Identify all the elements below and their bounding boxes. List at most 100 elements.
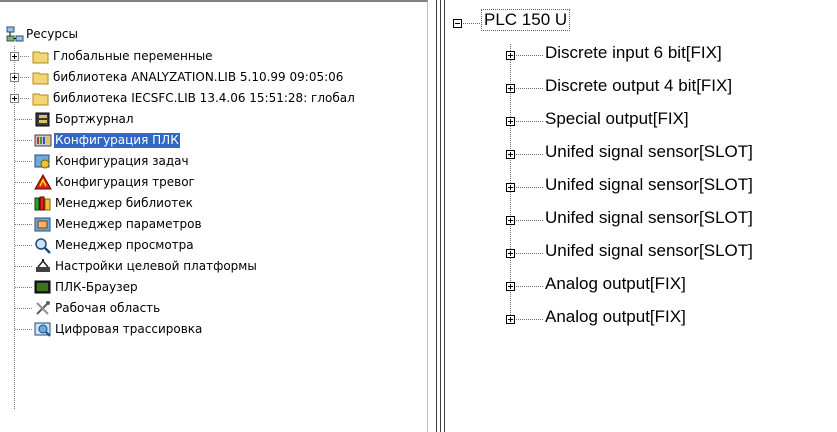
tree-branch-line [15, 203, 32, 204]
expand-icon[interactable] [506, 282, 515, 291]
tree-branch-line [20, 56, 30, 57]
tree-item-label: Менеджер параметров [55, 217, 202, 231]
tree-branch-line [15, 287, 32, 288]
tree-item-workspace[interactable]: Рабочая область [0, 298, 427, 318]
resources-tree: Ресурсы Глобальные переменные библиотека… [0, 2, 427, 432]
plc-module-row[interactable]: Discrete output 4 bit[FIX] [447, 71, 837, 101]
plc-module-label: Discrete output 4 bit[FIX] [545, 76, 733, 95]
plc-module-row[interactable]: Unifed signal sensor[SLOT] [447, 137, 837, 167]
expand-icon[interactable] [10, 73, 19, 82]
expand-icon[interactable] [506, 84, 515, 93]
workspace-tools-icon [34, 300, 52, 317]
magnifier-icon [34, 237, 52, 254]
tree-branch-line [15, 182, 32, 183]
tree-item-label: Бортжурнал [55, 112, 134, 126]
expand-icon[interactable] [506, 315, 515, 324]
tree-item-label: библиотека ANALYZATION.LIB 5.10.99 09:05… [53, 70, 344, 84]
target-settings-icon [34, 258, 52, 275]
tree-item-view-manager[interactable]: Менеджер просмотра [0, 235, 427, 255]
tree-item-parameter-manager[interactable]: Менеджер параметров [0, 214, 427, 234]
tree-branch-line [20, 77, 30, 78]
alarm-config-icon [34, 174, 52, 191]
expand-icon[interactable] [506, 51, 515, 60]
plc-module-row[interactable]: Unifed signal sensor[SLOT] [447, 236, 837, 266]
tree-branch-line [15, 329, 32, 330]
library-manager-icon [34, 195, 52, 212]
expand-icon[interactable] [506, 249, 515, 258]
expand-icon[interactable] [10, 94, 19, 103]
tree-item-label: ПЛК-Браузер [55, 280, 138, 294]
tree-item-label: Конфигурация задач [55, 154, 189, 168]
tree-branch-line [15, 140, 32, 141]
plc-module-label: Unifed signal sensor[SLOT] [545, 175, 753, 194]
tree-item-alarm-config[interactable]: Конфигурация тревог [0, 172, 427, 192]
tree-branch-line [15, 224, 32, 225]
expand-icon[interactable] [506, 117, 515, 126]
plc-root-row[interactable]: PLC 150 U [447, 6, 827, 36]
plc-module-row[interactable]: Special output[FIX] [447, 104, 837, 134]
tree-item-label: Менеджер просмотра [55, 238, 194, 252]
tree-branch-line [516, 121, 544, 122]
plc-module-label: Analog output[FIX] [545, 274, 686, 293]
tree-branch-line [516, 187, 544, 188]
tree-item-label: Цифровая трассировка [55, 322, 203, 336]
tree-item-log[interactable]: Бортжурнал [0, 109, 427, 129]
tree-branch-line [20, 98, 30, 99]
log-book-icon [34, 111, 52, 128]
expand-icon[interactable] [506, 183, 515, 192]
tree-item-digital-trace[interactable]: Цифровая трассировка [0, 319, 427, 339]
tree-branch-line [15, 245, 32, 246]
folder-icon [32, 90, 50, 107]
plc-root-label: PLC 150 U [481, 9, 571, 31]
tree-item-label: Менеджер библиотек [55, 196, 193, 210]
resources-icon [6, 26, 24, 43]
plc-module-label: Unifed signal sensor[SLOT] [545, 241, 753, 260]
tree-item-library-manager[interactable]: Менеджер библиотек [0, 193, 427, 213]
tree-item-task-config[interactable]: Конфигурация задач [0, 151, 427, 171]
tree-item-library-analyzation[interactable]: библиотека ANALYZATION.LIB 5.10.99 09:05… [0, 67, 427, 87]
tree-branch-line [516, 55, 544, 56]
tree-item-label: Конфигурация ПЛК [54, 133, 180, 148]
tree-item-label: Глобальные переменные [53, 49, 213, 63]
plc-module-label: Unifed signal sensor[SLOT] [545, 142, 753, 161]
tree-item-plc-browser[interactable]: ПЛК-Браузер [0, 277, 427, 297]
tree-branch-line [15, 308, 32, 309]
tree-branch-line [15, 119, 32, 120]
tree-root-label: Ресурсы [26, 27, 79, 41]
tree-branch-line [516, 154, 544, 155]
tree-item-label: Настройки целевой платформы [55, 259, 257, 273]
tree-item-label: Конфигурация тревог [55, 175, 195, 189]
tree-branch-line [516, 286, 544, 287]
expand-icon[interactable] [506, 150, 515, 159]
plc-module-row[interactable]: Unifed signal sensor[SLOT] [447, 203, 837, 233]
tree-item-target-settings[interactable]: Настройки целевой платформы [0, 256, 427, 276]
plc-module-row[interactable]: Unifed signal sensor[SLOT] [447, 170, 837, 200]
plc-module-row[interactable]: Discrete input 6 bit[FIX] [447, 38, 837, 68]
tree-branch-line [516, 220, 544, 221]
tree-branch-line [516, 319, 544, 320]
collapse-icon[interactable] [453, 19, 462, 28]
plc-module-row[interactable]: Analog output[FIX] [447, 302, 837, 332]
tree-branch-line [516, 88, 544, 89]
parameter-manager-icon [34, 216, 52, 233]
tree-root-resources[interactable]: Ресурсы [0, 24, 427, 44]
panel-splitter[interactable] [436, 0, 445, 432]
expand-icon[interactable] [10, 52, 19, 61]
plc-module-label: Special output[FIX] [545, 109, 689, 128]
plc-browser-icon [34, 279, 52, 296]
tree-item-global-variables[interactable]: Глобальные переменные [0, 46, 427, 66]
plc-config-panel: PLC 150 U Discrete input 6 bit[FIX] Disc… [447, 0, 837, 432]
tree-branch-line [516, 253, 544, 254]
tree-branch-line [463, 23, 480, 24]
expand-icon[interactable] [506, 216, 515, 225]
plc-module-label: Analog output[FIX] [545, 307, 686, 326]
tree-branch-line [15, 161, 32, 162]
tree-item-plc-config[interactable]: Конфигурация ПЛК [0, 130, 427, 150]
plc-module-label: Discrete input 6 bit[FIX] [545, 43, 722, 62]
tree-item-label: Рабочая область [55, 301, 161, 315]
digital-trace-icon [34, 321, 52, 338]
tree-item-label: библиотека IECSFC.LIB 13.4.06 15:51:28: … [53, 91, 355, 105]
resources-panel: Ресурсы Глобальные переменные библиотека… [0, 0, 428, 432]
plc-module-row[interactable]: Analog output[FIX] [447, 269, 837, 299]
tree-item-library-iecsfc[interactable]: библиотека IECSFC.LIB 13.4.06 15:51:28: … [0, 88, 427, 108]
